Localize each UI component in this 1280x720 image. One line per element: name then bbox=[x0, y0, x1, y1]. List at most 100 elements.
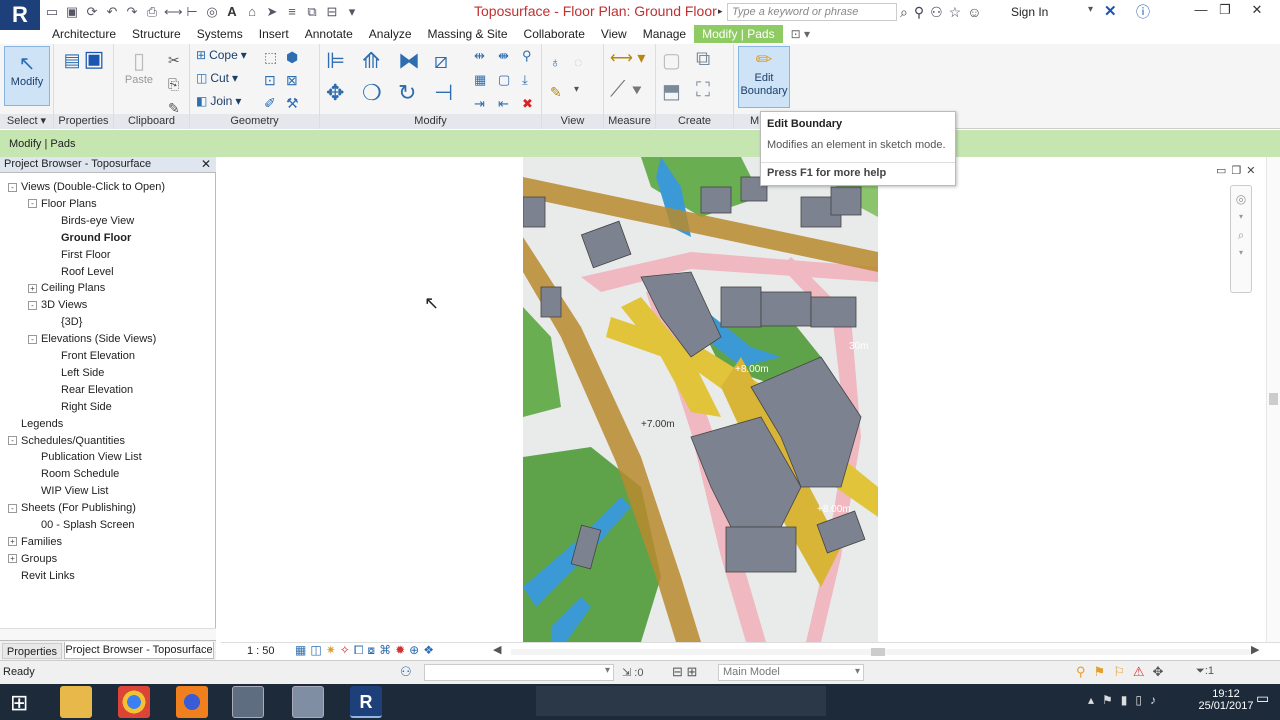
trim-icon[interactable]: ⊣ bbox=[434, 80, 470, 106]
qat-dropdown-icon[interactable]: ▾ bbox=[344, 4, 360, 20]
copy-elements-icon[interactable]: ❍ bbox=[362, 80, 398, 106]
collapse-icon[interactable]: - bbox=[28, 300, 37, 310]
view-minimize-icon[interactable]: ▭ bbox=[1216, 164, 1226, 177]
user-icon[interactable]: ☺ bbox=[967, 4, 981, 21]
tab-view[interactable]: View bbox=[593, 25, 635, 43]
sign-in-button[interactable]: Sign In bbox=[1011, 5, 1048, 19]
app-window-icon[interactable] bbox=[232, 686, 264, 718]
flag-icon[interactable]: ⚑ bbox=[1102, 693, 1113, 707]
sign-in-dropdown-icon[interactable]: ▾ bbox=[1088, 4, 1093, 15]
help-icon[interactable]: ⓘ bbox=[1136, 2, 1150, 22]
mirror-draw-icon[interactable]: ⧄ bbox=[434, 48, 470, 74]
firefox-icon[interactable] bbox=[176, 686, 208, 718]
temp-hide-icon[interactable]: ⌘ bbox=[379, 643, 391, 658]
analytical-icon[interactable]: ⊕ bbox=[409, 643, 419, 658]
tree-item[interactable]: -3D Views bbox=[28, 297, 87, 313]
cut-button[interactable]: ◫ Cut ▾ bbox=[196, 71, 238, 85]
tree-item[interactable]: - Schedules/Quantities bbox=[8, 433, 125, 449]
steering-wheel-icon[interactable]: ◎ bbox=[1231, 190, 1251, 208]
taskbar-clock[interactable]: 19:12 25/01/2017 bbox=[1198, 688, 1253, 712]
linework-icon[interactable]: ✎ bbox=[550, 84, 574, 101]
expand-icon[interactable]: + bbox=[28, 283, 37, 293]
exchange-apps-icon[interactable]: ✕ bbox=[1104, 2, 1117, 20]
dimension-icon[interactable]: ⊢ bbox=[184, 4, 200, 20]
modify-button[interactable]: ↖ Modify bbox=[4, 46, 50, 106]
collapse-icon[interactable]: - bbox=[28, 199, 37, 209]
paste-button[interactable]: ▯ Paste bbox=[120, 48, 158, 86]
edit-boundary-button[interactable]: ✏ Edit Boundary bbox=[738, 46, 790, 108]
collapse-icon[interactable]: - bbox=[8, 182, 17, 192]
drawing-canvas[interactable]: +8.00m +7.00m +8.00m 30m ▭ ❐ ✕ ◎ ▾ ⌕ ▾ ↖ bbox=[221, 157, 1280, 642]
cope-button[interactable]: ⊞ Cope ▾ bbox=[196, 48, 247, 62]
select-pinned-icon[interactable]: ⚐ bbox=[1113, 664, 1125, 680]
tree-item[interactable]: Right Side bbox=[48, 399, 112, 415]
select-underlay-icon[interactable]: ⚑ bbox=[1094, 664, 1106, 680]
move-icon[interactable]: ✥ bbox=[326, 80, 362, 106]
ribbon-minimize-icon[interactable]: ⊡ ▾ bbox=[783, 25, 818, 43]
tree-item[interactable]: First Floor bbox=[48, 247, 111, 263]
favorites-icon[interactable]: ☆ bbox=[949, 4, 962, 21]
visual-style-icon[interactable]: ◫ bbox=[310, 643, 321, 658]
tree-item[interactable]: Publication View List bbox=[28, 449, 142, 465]
tree-item[interactable]: {3D} bbox=[48, 314, 82, 330]
paint-brush-icon[interactable]: ✐ bbox=[264, 92, 286, 115]
tree-item[interactable]: + Ceiling Plans bbox=[28, 280, 105, 296]
select-links-icon[interactable]: ⚲ bbox=[1076, 664, 1086, 680]
application-menu-button[interactable]: R bbox=[0, 0, 40, 30]
volume-icon[interactable]: ♪ bbox=[1150, 693, 1156, 707]
align-icon[interactable]: ⊫ bbox=[326, 48, 362, 74]
mirror-axis-icon[interactable]: ⧓ bbox=[398, 48, 434, 74]
tab-structure[interactable]: Structure bbox=[124, 25, 189, 43]
tab-modify-pads[interactable]: Modify | Pads bbox=[694, 25, 783, 43]
tree-item[interactable]: WIP View List bbox=[28, 483, 108, 499]
extend-icon[interactable]: ⇥ bbox=[474, 96, 498, 112]
network-icon[interactable]: ▮ bbox=[1121, 693, 1128, 707]
notifications-icon[interactable]: ▭ bbox=[1256, 690, 1269, 707]
subscription-icon[interactable]: ⚲ bbox=[914, 4, 924, 21]
tab-annotate[interactable]: Annotate bbox=[297, 25, 361, 43]
tab-analyze[interactable]: Analyze bbox=[361, 25, 420, 43]
vertical-scrollbar[interactable] bbox=[1266, 157, 1280, 642]
create-assembly-icon[interactable]: ▢ bbox=[662, 48, 696, 73]
tree-item[interactable]: Birds-eye View bbox=[48, 213, 134, 229]
open-icon[interactable]: ▭ bbox=[44, 4, 60, 20]
split-icon[interactable]: ⇹ bbox=[474, 48, 498, 64]
select-by-face-icon[interactable]: ⚠ bbox=[1133, 664, 1145, 680]
crop-view-icon[interactable]: ⧠ bbox=[354, 643, 364, 658]
drag-elements-icon[interactable]: ✥ bbox=[1153, 664, 1164, 680]
shadows-icon[interactable]: ✧ bbox=[340, 643, 350, 658]
collapse-icon[interactable]: - bbox=[28, 334, 37, 344]
project-browser-tab[interactable]: Project Browser - Toposurface bbox=[64, 642, 214, 659]
project-browser-scrollbar[interactable] bbox=[0, 628, 216, 640]
tab-massing-site[interactable]: Massing & Site bbox=[420, 25, 516, 43]
trim-multi-icon[interactable]: ⇤ bbox=[498, 96, 522, 112]
zoom-dropdown-icon[interactable]: ▾ bbox=[1231, 244, 1251, 262]
design-option-dropdown[interactable]: Main Model ▾ bbox=[718, 664, 864, 681]
scale-icon[interactable]: ▢ bbox=[498, 72, 522, 88]
tab-manage[interactable]: Manage bbox=[635, 25, 694, 43]
thin-lines-icon[interactable]: ≡ bbox=[284, 4, 300, 20]
wall-joins-icon[interactable]: ⬚ bbox=[264, 46, 286, 69]
measure-between-icon[interactable]: ⟷ ▾ bbox=[610, 48, 645, 68]
undo-icon[interactable]: ↶ bbox=[104, 4, 120, 20]
close-hidden-icon[interactable]: ⧉ bbox=[304, 4, 320, 20]
comm-center-icon[interactable]: ⚇ bbox=[930, 4, 943, 21]
detail-level-icon[interactable]: ▦ bbox=[295, 643, 306, 658]
text-icon[interactable]: A bbox=[224, 4, 240, 20]
override-icon[interactable]: ◌ bbox=[574, 54, 598, 70]
tree-item[interactable]: Front Elevation bbox=[48, 348, 135, 364]
tree-item[interactable]: Room Schedule bbox=[28, 466, 119, 482]
tab-systems[interactable]: Systems bbox=[189, 25, 251, 43]
cut-scissors-icon[interactable]: ✂ bbox=[168, 48, 180, 72]
section-icon[interactable]: ➤ bbox=[264, 4, 280, 20]
hide-lightbulb-icon[interactable]: ♁ bbox=[550, 54, 574, 70]
hammer-icon[interactable]: ⚒ bbox=[286, 92, 308, 115]
highlight-displacement-icon[interactable]: ❖ bbox=[423, 643, 434, 658]
tree-item[interactable]: Left Side bbox=[48, 365, 104, 381]
aligned-dimension-icon[interactable]: ⟋ ▾ bbox=[610, 76, 642, 102]
collapse-icon[interactable]: - bbox=[8, 436, 17, 446]
workset-dropdown[interactable]: ▾ bbox=[424, 664, 614, 681]
measure-icon[interactable]: ⟷ bbox=[164, 4, 183, 20]
tab-collaborate[interactable]: Collaborate bbox=[516, 25, 593, 43]
image-viewer-icon[interactable] bbox=[292, 686, 324, 718]
